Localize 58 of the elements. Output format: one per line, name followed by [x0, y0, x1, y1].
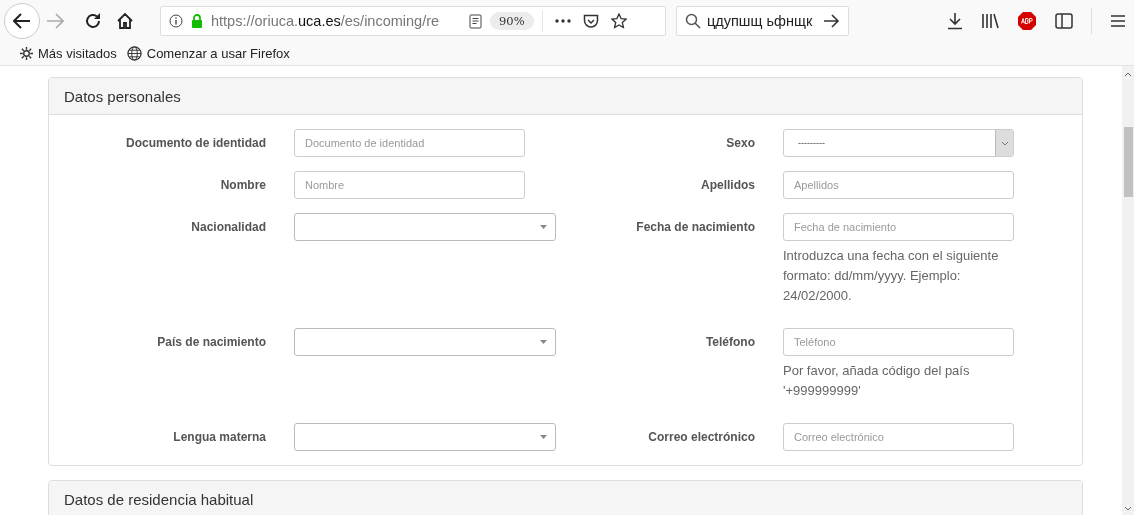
field-label: Correo electrónico	[647, 429, 756, 446]
reader-view-icon[interactable]	[469, 13, 482, 29]
reload-icon[interactable]	[84, 12, 102, 30]
caret-icon	[540, 435, 547, 439]
search-icon	[685, 13, 701, 29]
field-label: Nombre	[219, 177, 267, 194]
field-label: Nacionalidad	[190, 219, 267, 236]
bookmark-item[interactable]: Comenzar a usar Firefox	[126, 46, 290, 61]
library-icon[interactable]	[981, 13, 999, 29]
field-label: Lengua materna	[172, 429, 267, 446]
pocket-icon[interactable]	[582, 13, 599, 29]
field-label: Fecha de nacimiento	[635, 219, 756, 236]
go-arrow-icon[interactable]	[823, 14, 840, 28]
right-arrow-icon	[46, 13, 64, 29]
text-field[interactable]: Correo electrónico	[783, 423, 1014, 451]
field-label: Sexo	[725, 135, 756, 152]
lock-icon	[191, 14, 203, 28]
text-field[interactable]: Nombre	[294, 171, 525, 199]
help-text: Por favor, añada código del país '+999999999'	[783, 362, 971, 400]
dropdown-field[interactable]	[294, 213, 556, 241]
text-field[interactable]: Apellidos	[783, 171, 1014, 199]
zoom-level[interactable]: 90%	[490, 12, 534, 30]
dropdown-field[interactable]	[294, 328, 556, 356]
field-label: Documento de identidad	[125, 135, 267, 152]
download-icon[interactable]	[947, 12, 963, 30]
caret-icon	[540, 225, 547, 229]
help-text: Introduzca una fecha con el siguiente formato: dd/mm/yyyy. Ejemplo: 24/02/2000.	[783, 247, 1000, 305]
field-label: Teléfono	[704, 334, 756, 351]
star-icon[interactable]	[610, 13, 627, 29]
text-field[interactable]: Documento de identidad	[294, 129, 525, 157]
scroll-up-icon[interactable]	[1124, 72, 1132, 77]
field-label: País de nacimiento	[156, 334, 267, 351]
more-icon[interactable]	[554, 19, 571, 23]
adblock-icon[interactable]	[1017, 11, 1037, 31]
caret-icon	[540, 340, 547, 344]
menu-icon[interactable]	[1110, 14, 1126, 28]
url-text: https://oriuca.uca.es/es/incoming/re	[211, 13, 441, 29]
globe-icon	[126, 46, 142, 61]
text-field[interactable]: Fecha de nacimiento	[783, 213, 1014, 241]
info-icon[interactable]	[169, 14, 183, 28]
scroll-down-icon[interactable]	[1124, 506, 1132, 511]
sidebar-icon[interactable]	[1055, 13, 1073, 29]
search-field[interactable]: цдупшщ ьфнщк	[676, 6, 849, 36]
panel-title: Datos personales	[64, 87, 181, 105]
home-icon[interactable]	[116, 12, 134, 30]
gear-icon	[20, 47, 33, 60]
chevron-icon	[1000, 140, 1009, 146]
panel-title: Datos de residencia habitual	[64, 490, 254, 508]
address-bar[interactable]: https://oriuca.uca.es/es/incoming/re 90%	[160, 6, 666, 36]
field-label: Apellidos	[700, 177, 756, 194]
back-button[interactable]	[4, 3, 40, 39]
left-arrow-icon	[13, 13, 31, 29]
text-field[interactable]: Teléfono	[783, 328, 1014, 356]
dropdown-field[interactable]: ---------	[783, 129, 1014, 157]
scrollbar[interactable]	[1122, 66, 1134, 515]
bookmark-item[interactable]: Más visitados	[20, 46, 117, 61]
scroll-thumb[interactable]	[1123, 127, 1133, 197]
dropdown-field[interactable]	[294, 423, 556, 451]
